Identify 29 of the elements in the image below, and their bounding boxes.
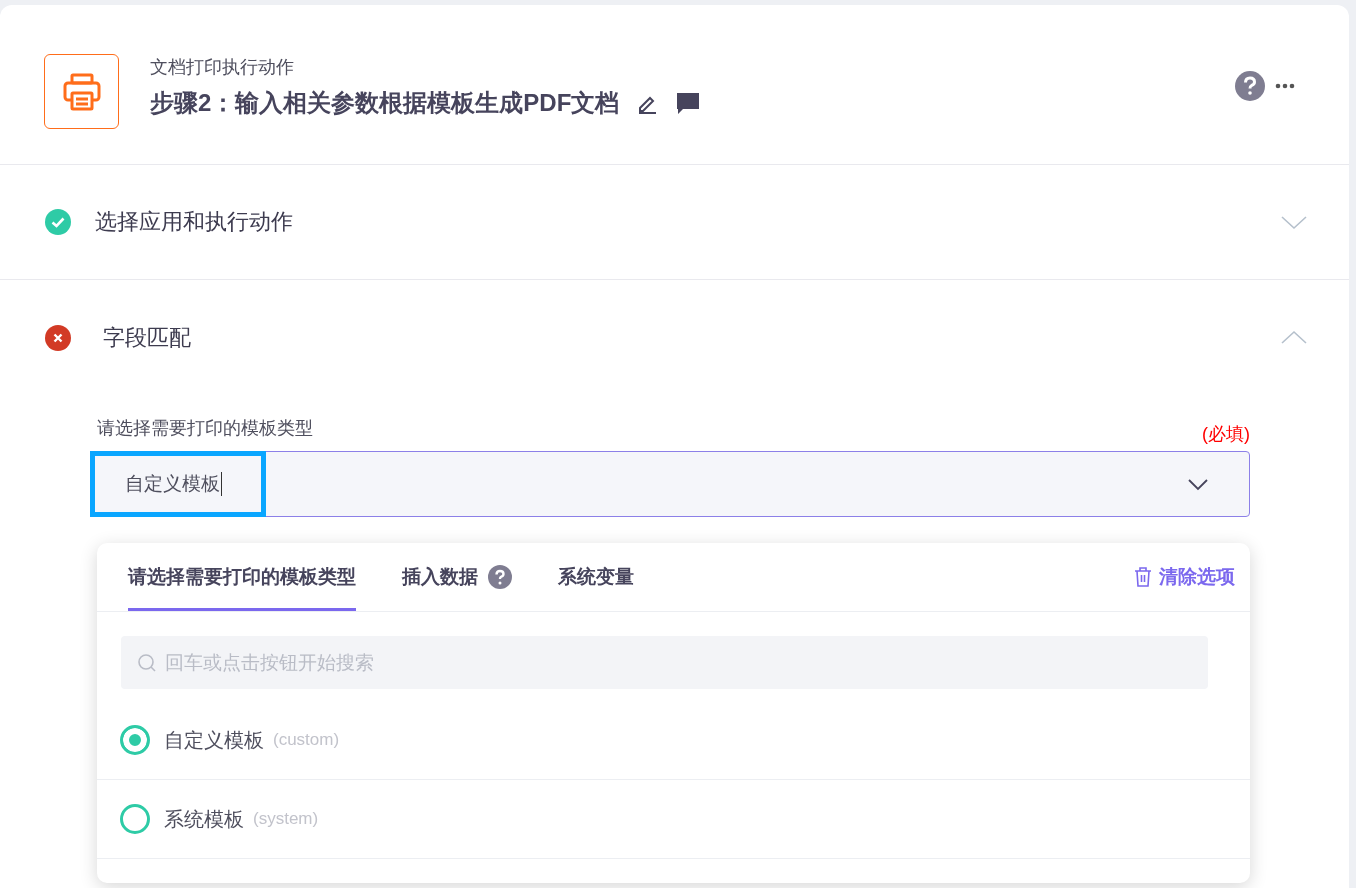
text-cursor — [221, 471, 222, 496]
template-option[interactable]: 自定义模板 (custom) — [97, 701, 1250, 780]
field-label: 请选择需要打印的模板类型 — [97, 417, 313, 440]
more-icon[interactable] — [1275, 83, 1295, 89]
step-title: 步骤2：输入相关参数根据模板生成PDF文档 — [150, 88, 620, 118]
section-title[interactable]: 选择应用和执行动作 — [95, 207, 293, 237]
dropdown-tab[interactable]: 系统变量 — [558, 543, 634, 611]
dropdown-tab[interactable]: 请选择需要打印的模板类型 — [128, 543, 356, 611]
dropdown-tab[interactable]: 插入数据 — [402, 543, 512, 611]
selected-value: 自定义模板 — [90, 450, 266, 517]
chevron-down-icon[interactable] — [1187, 477, 1209, 491]
section-title[interactable]: 字段匹配 — [103, 322, 191, 353]
template-type-select[interactable]: 自定义模板 — [90, 451, 1250, 517]
template-option[interactable]: 系统模板 (system) — [97, 780, 1250, 859]
clear-options-button[interactable]: 清除选项 — [1133, 543, 1235, 611]
radio-button[interactable] — [120, 804, 150, 834]
option-label: 系统模板 — [164, 806, 244, 832]
help-icon[interactable] — [488, 565, 512, 589]
help-icon[interactable] — [1235, 71, 1265, 101]
option-hint: (custom) — [273, 730, 340, 750]
required-note: (必填) — [1202, 423, 1250, 446]
option-label: 自定义模板 — [164, 727, 264, 753]
option-hint: (system) — [253, 809, 319, 829]
search-field[interactable]: 回车或点击按钮开始搜索 — [121, 636, 1208, 689]
radio-button[interactable] — [120, 725, 150, 755]
trash-icon — [1133, 566, 1153, 588]
comment-icon[interactable] — [675, 91, 702, 115]
action-subtitle: 文档打印执行动作 — [150, 56, 295, 79]
printer-icon — [61, 71, 102, 112]
